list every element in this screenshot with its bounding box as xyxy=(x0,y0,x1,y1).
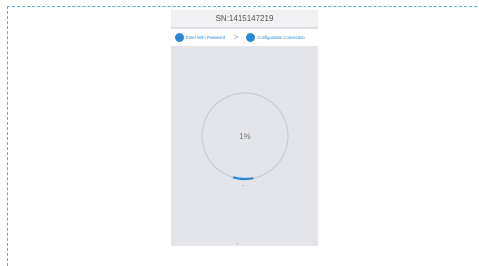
device-serial-title: SN:1415147219 xyxy=(171,10,318,28)
ring-tail-dot xyxy=(243,185,244,186)
phone-screen: SN:1415147219 Enter WiFi Password > Conf… xyxy=(171,10,318,246)
step-configuration-connection: Configuration Connection xyxy=(246,33,305,42)
step-enter-wifi-password: Enter WiFi Password xyxy=(175,33,225,42)
step-indicator: Enter WiFi Password > Configuration Conn… xyxy=(171,29,318,46)
step-1-label: Enter WiFi Password xyxy=(186,35,226,40)
progress-percent: 1% xyxy=(239,131,251,141)
chevron-right-icon: > xyxy=(233,32,239,42)
progress-ring: 1% xyxy=(199,90,291,182)
step-1-dot-icon xyxy=(175,33,184,42)
step-2-dot-icon xyxy=(246,33,256,42)
bottom-dot xyxy=(237,243,238,244)
step-2-label: Configuration Connection xyxy=(257,35,305,40)
